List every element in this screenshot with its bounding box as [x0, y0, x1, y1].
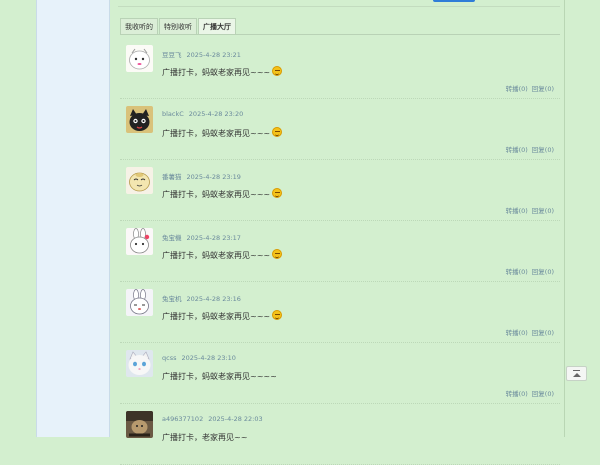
username-link[interactable]: 兔宝機	[162, 234, 182, 242]
smile-emoji-icon	[272, 66, 283, 76]
tab-following[interactable]: 我收听的	[120, 18, 158, 34]
post-time: 2025-4-28 23:10	[181, 354, 236, 362]
username-link[interactable]: a496377102	[162, 415, 203, 423]
tab-underline	[120, 34, 560, 35]
avatar[interactable]	[126, 167, 153, 194]
feed-tabs: 我收听的 特别收听 广播大厅	[120, 18, 236, 34]
repost-link[interactable]: 转播(0)	[506, 268, 528, 276]
post-time: 2025-4-28 23:20	[188, 110, 244, 118]
post-content: 广播打卡，蚂蚁老家再见~~~	[162, 188, 283, 200]
username-link[interactable]: 兔宝机	[162, 295, 182, 303]
list-item: a496377102 2025-4-28 22:03 广播打卡，老家再见~~	[120, 404, 560, 465]
post-content: 广播打卡，蚂蚁老家再见~~~~	[162, 372, 277, 381]
post-content: 广播打卡，蚂蚁老家再见~~~	[162, 66, 283, 78]
post-time: 2025-4-28 23:19	[186, 173, 241, 181]
back-to-top-button[interactable]	[566, 366, 587, 381]
repost-link[interactable]: 转播(0)	[506, 390, 528, 398]
repost-link[interactable]: 转播(0)	[506, 85, 528, 93]
top-divider	[118, 6, 560, 7]
list-item: blackC 2025-4-28 23:20 广播打卡，蚂蚁老家再见~~~ 转播(…	[120, 99, 560, 160]
avatar[interactable]	[126, 350, 153, 377]
smile-emoji-icon	[272, 188, 283, 198]
post-content: 广播打卡，老家再见~~	[162, 433, 248, 442]
list-item: 番薯猫 2025-4-28 23:19 广播打卡，蚂蚁老家再见~~~ 转播(0) 回…	[120, 160, 560, 221]
smile-emoji-icon	[272, 249, 283, 259]
post-content: 广播打卡，蚂蚁老家再见~~~	[162, 310, 283, 322]
tab-special-following[interactable]: 特别收听	[159, 18, 197, 34]
post-time: 2025-4-28 23:17	[186, 234, 241, 242]
top-action-button[interactable]	[433, 0, 475, 2]
tab-broadcast-hall[interactable]: 广播大厅	[198, 18, 236, 34]
username-link[interactable]: qcss	[162, 354, 176, 362]
username-link[interactable]: 番薯猫	[162, 173, 182, 181]
repost-link[interactable]: 转播(0)	[506, 329, 528, 337]
reply-link[interactable]: 回复(0)	[532, 268, 554, 276]
repost-link[interactable]: 转播(0)	[506, 146, 528, 154]
reply-link[interactable]: 回复(0)	[532, 85, 554, 93]
reply-link[interactable]: 回复(0)	[532, 329, 554, 337]
post-time: 2025-4-28 23:21	[186, 51, 241, 59]
reply-link[interactable]: 回复(0)	[532, 146, 554, 154]
list-item: 兔宝機 2025-4-28 23:17 广播打卡，蚂蚁老家再见~~~ 转播(0) 回…	[120, 221, 560, 282]
username-link[interactable]: 豆豆飞	[162, 51, 182, 59]
smile-emoji-icon	[272, 310, 283, 320]
smile-emoji-icon	[272, 127, 283, 137]
avatar[interactable]	[126, 289, 153, 316]
post-content: 广播打卡，蚂蚁老家再见~~~	[162, 249, 283, 261]
broadcast-feed: 豆豆飞 2025-4-28 23:21 广播打卡，蚂蚁老家再见~~~ 转播(0) 回…	[120, 38, 560, 465]
username-link[interactable]: blackC	[162, 110, 184, 118]
list-item: 豆豆飞 2025-4-28 23:21 广播打卡，蚂蚁老家再见~~~ 转播(0) 回…	[120, 38, 560, 99]
post-content: 广播打卡，蚂蚁老家再见~~~	[162, 127, 283, 139]
list-item: qcss 2025-4-28 23:10 广播打卡，蚂蚁老家再见~~~~ 转播(0…	[120, 343, 560, 404]
list-item: 兔宝机 2025-4-28 23:16 广播打卡，蚂蚁老家再见~~~ 转播(0) 回…	[120, 282, 560, 343]
avatar[interactable]	[126, 106, 153, 133]
post-time: 2025-4-28 23:16	[186, 295, 241, 303]
post-time: 2025-4-28 22:03	[208, 415, 263, 423]
reply-link[interactable]: 回复(0)	[532, 390, 554, 398]
avatar[interactable]	[126, 411, 153, 438]
avatar[interactable]	[126, 228, 153, 255]
reply-link[interactable]: 回复(0)	[532, 207, 554, 215]
avatar[interactable]	[126, 45, 153, 72]
repost-link[interactable]: 转播(0)	[506, 207, 528, 215]
left-sidebar-panel	[36, 0, 110, 437]
